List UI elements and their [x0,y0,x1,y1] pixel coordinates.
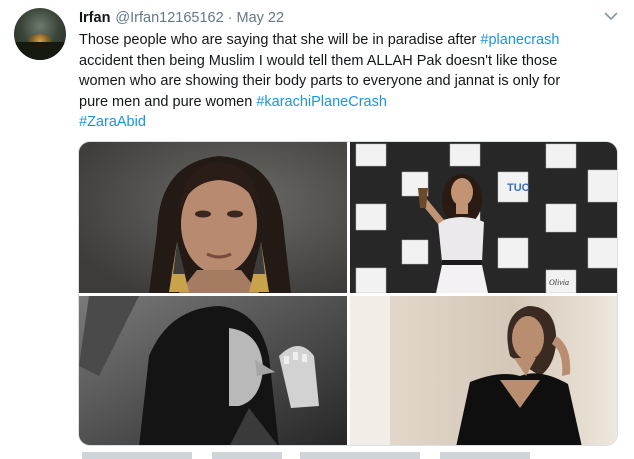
logo-text-olivia: Olivia [549,278,569,287]
portrait-photo [79,142,347,293]
tweet-menu-button[interactable] [602,8,620,24]
next-tweet-hint [82,452,192,459]
avatar[interactable] [14,8,66,60]
author-name[interactable]: Irfan [79,10,110,26]
photo-1[interactable] [79,142,347,293]
tweet-date[interactable]: May 22 [237,10,285,26]
black-dress-photo [350,296,617,445]
photo-3[interactable] [79,296,347,445]
bw-portrait-photo [79,296,347,445]
event-photo: TUC Olivia [350,142,617,293]
photo-4[interactable] [350,296,617,445]
tweet-text-segment: pure men and pure women [79,93,257,110]
tweet-text-line: pure men and pure women #karachiPlaneCra… [79,92,624,113]
separator-dot: · [227,10,233,26]
tweet-text-line: accident then being Muslim I would tell … [79,51,624,72]
tweet[interactable]: Irfan @Irfan12165162 · May 22 Those peop… [0,0,634,459]
tweet-text-line: Those people who are saying that she wil… [79,30,624,51]
next-tweet-hint [300,452,420,459]
chevron-down-icon [604,12,618,20]
tweet-text-segment: accident then being Muslim I would tell … [79,52,558,69]
tweet-text-line: women who are showing their body parts t… [79,71,624,92]
next-tweet-hint [212,452,282,459]
tweet-header: Irfan @Irfan12165162 · May 22 [79,8,284,28]
hashtag-link[interactable]: #planecrash [480,32,559,48]
tweet-text-segment: women who are showing their body parts t… [79,73,561,89]
avatar-ridge [14,42,66,60]
next-tweet-hint [440,452,530,459]
hashtag-link[interactable]: #karachiPlaneCrash [256,94,387,110]
logo-text-tuc: TUC [507,182,530,194]
media-grid[interactable]: TUC Olivia [78,141,618,446]
tweet-text: Those people who are saying that she wil… [79,30,624,133]
author-handle[interactable]: @Irfan12165162 [115,10,223,26]
photo-2[interactable]: TUC Olivia [350,142,617,293]
tweet-text-line: #ZaraAbid [79,112,624,133]
hashtag-link[interactable]: #ZaraAbid [79,114,146,130]
tweet-text-segment: Those people who are saying that she wil… [79,32,481,48]
